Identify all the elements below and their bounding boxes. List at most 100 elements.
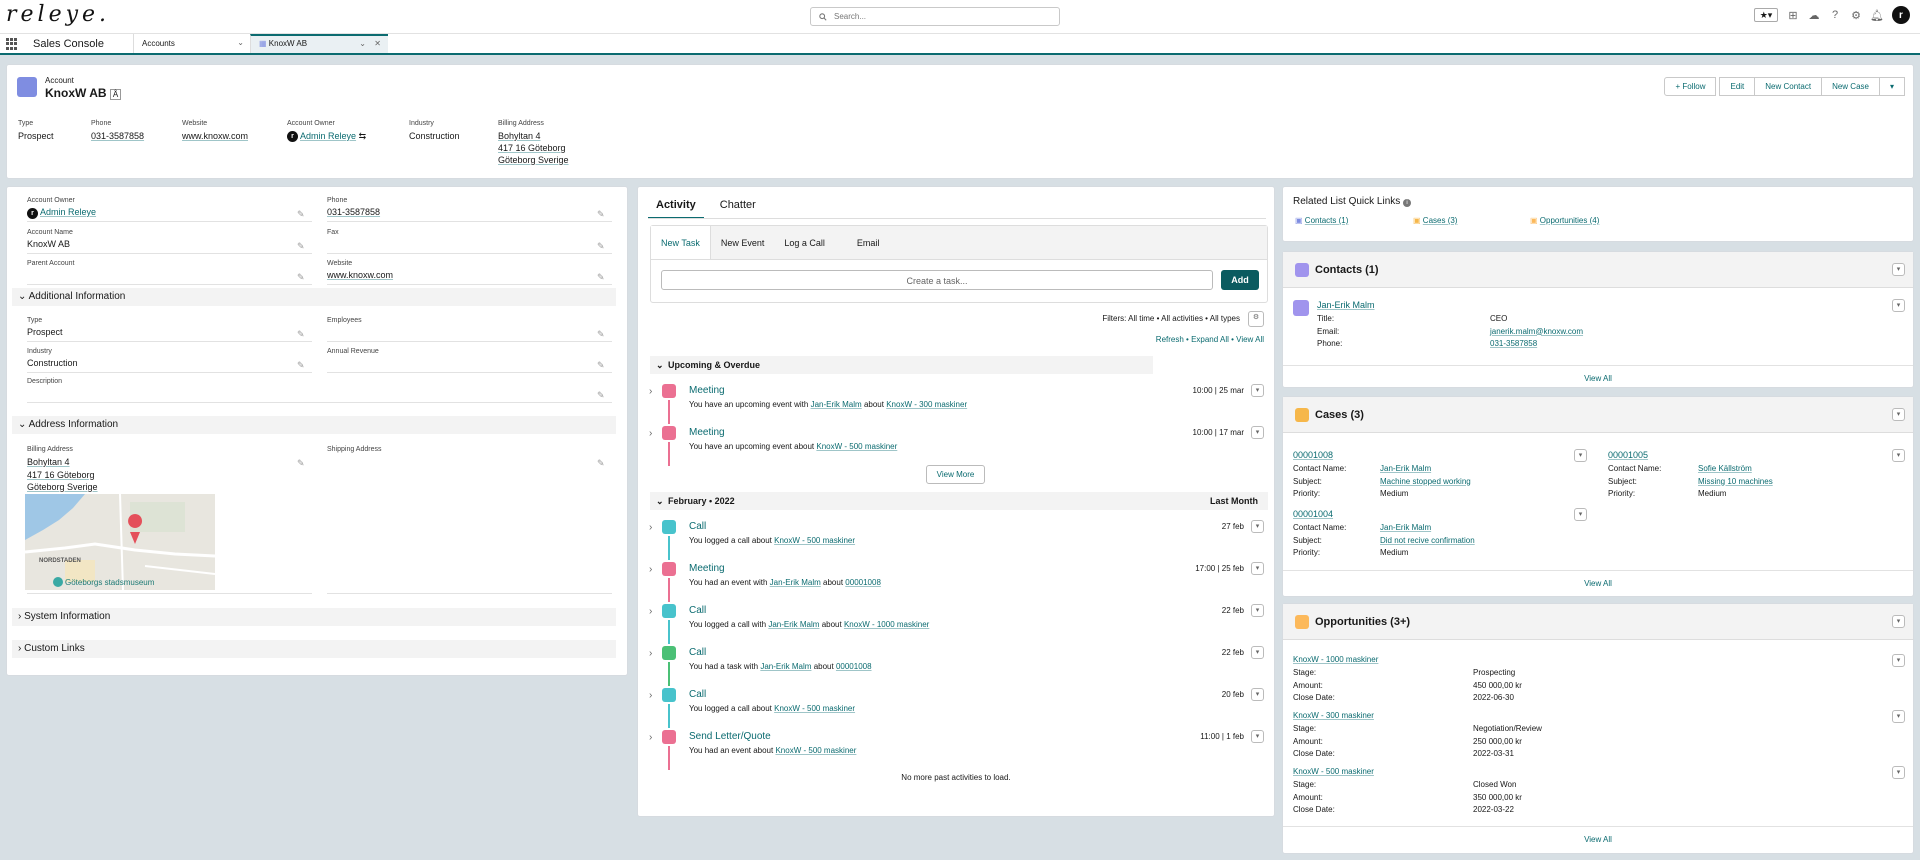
tab-email[interactable]: Email [835,226,890,259]
chevron-right-icon[interactable]: › [649,522,652,533]
case-number-link[interactable]: 00001004 [1293,509,1333,519]
item-menu-chevron-icon[interactable]: ▾ [1251,562,1264,575]
setup-gear-icon[interactable]: ⚙ [1850,9,1862,22]
help-icon[interactable]: ? [1829,9,1841,21]
change-owner-icon[interactable]: ⇆ [359,131,367,141]
follow-button[interactable]: + Follow [1664,77,1717,96]
quick-link-opportunities[interactable]: ▣ Opportunities (4) [1530,216,1599,225]
february-2022-header[interactable]: ⌄ February • 2022 Last Month [650,492,1268,510]
pencil-icon[interactable]: ✎ [297,458,305,469]
quick-link-cases[interactable]: ▣ Cases (3) [1413,216,1457,225]
item-menu-chevron-icon[interactable]: ▾ [1251,426,1264,439]
pencil-icon[interactable]: ✎ [597,272,605,283]
contacts-view-all[interactable]: View All [1283,365,1913,389]
new-case-button[interactable]: New Case [1821,77,1880,96]
notifications-bell-icon[interactable]: 🔔︎ [1870,9,1884,22]
contact-name-link[interactable]: Jan-Erik Malm [1317,300,1375,310]
section-system-information[interactable]: › System Information [12,608,616,626]
pencil-icon[interactable]: ✎ [297,329,305,340]
chevron-right-icon[interactable]: › [649,564,652,575]
list-menu-chevron-icon[interactable]: ▾ [1892,408,1905,421]
view-all-link[interactable]: View All [1236,335,1264,344]
tab-log-a-call[interactable]: Log a Call [774,226,835,259]
tab-knoxw-ab[interactable]: ▦ KnoxW AB ⌄ ✕ [250,34,388,53]
close-icon[interactable]: ✕ [374,39,381,48]
opportunity-link[interactable]: KnoxW - 500 maskiner [1293,767,1374,776]
tab-chatter[interactable]: Chatter [712,187,764,219]
pencil-icon[interactable]: ✎ [297,241,305,252]
new-contact-button[interactable]: New Contact [1754,77,1823,96]
create-task-input[interactable]: Create a task... [661,270,1213,290]
activity-item[interactable]: › Call You logged a call with Jan-Erik M… [647,602,1272,644]
case-number-link[interactable]: 00001008 [1293,450,1333,460]
pencil-icon[interactable]: ✎ [597,360,605,371]
item-menu-chevron-icon[interactable]: ▾ [1251,688,1264,701]
chevron-down-icon[interactable]: ⌄ [359,39,366,48]
edit-button[interactable]: Edit [1719,77,1756,96]
chevron-right-icon[interactable]: › [649,732,652,743]
activity-item[interactable]: › Meeting You have an upcoming event abo… [647,424,1272,466]
pencil-icon[interactable]: ✎ [597,390,605,401]
item-menu-chevron-icon[interactable]: ▾ [1251,520,1264,533]
refresh-link[interactable]: Refresh [1156,335,1184,344]
activity-item[interactable]: › Call You had a task with Jan-Erik Malm… [647,644,1272,686]
activity-item[interactable]: › Send Letter/Quote You had an event abo… [647,728,1272,770]
tab-accounts[interactable]: Accounts ⌄ [133,34,250,53]
row-menu-chevron-icon[interactable]: ▾ [1574,508,1587,521]
chevron-right-icon[interactable]: › [649,648,652,659]
chevron-right-icon[interactable]: › [649,606,652,617]
pencil-icon[interactable]: ✎ [597,209,605,220]
opportunities-view-all[interactable]: View All [1283,826,1913,854]
activity-item[interactable]: › Meeting You had an event with Jan-Erik… [647,560,1272,602]
opportunity-link[interactable]: KnoxW - 1000 maskiner [1293,655,1378,664]
cases-view-all[interactable]: View All [1283,570,1913,598]
chevron-right-icon[interactable]: › [649,428,652,439]
row-menu-chevron-icon[interactable]: ▾ [1892,299,1905,312]
activity-item[interactable]: › Call You logged a call about KnoxW - 5… [647,686,1272,728]
pencil-icon[interactable]: ✎ [597,458,605,469]
trailhead-icon[interactable]: ☁ [1808,9,1820,22]
item-menu-chevron-icon[interactable]: ▾ [1251,730,1264,743]
list-menu-chevron-icon[interactable]: ▾ [1892,263,1905,276]
global-actions-plus-icon[interactable]: ⊞ [1787,9,1799,22]
item-menu-chevron-icon[interactable]: ▾ [1251,604,1264,617]
tab-activity[interactable]: Activity [648,187,704,219]
expand-all-link[interactable]: Expand All [1191,335,1229,344]
releye-logo[interactable]: releye. [6,2,110,27]
row-menu-chevron-icon[interactable]: ▾ [1892,449,1905,462]
row-menu-chevron-icon[interactable]: ▾ [1892,654,1905,667]
activity-item[interactable]: › Call You logged a call about KnoxW - 5… [647,518,1272,560]
tab-new-event[interactable]: New Event [711,226,775,259]
favorites-star-icon[interactable]: ★▾ [1754,8,1778,22]
opportunity-link[interactable]: KnoxW - 300 maskiner [1293,711,1374,720]
filter-gear-icon[interactable]: ⚙ [1248,311,1264,327]
chevron-right-icon[interactable]: › [649,690,652,701]
activity-item[interactable]: › Meeting You have an upcoming event wit… [647,382,1272,424]
pencil-icon[interactable]: ✎ [597,241,605,252]
row-menu-chevron-icon[interactable]: ▾ [1892,766,1905,779]
case-number-link[interactable]: 00001005 [1608,450,1648,460]
item-menu-chevron-icon[interactable]: ▾ [1251,384,1264,397]
chevron-down-icon[interactable]: ⌄ [237,38,244,47]
add-task-button[interactable]: Add [1221,270,1259,290]
row-menu-chevron-icon[interactable]: ▾ [1574,449,1587,462]
chevron-right-icon[interactable]: › [649,386,652,397]
app-launcher-icon[interactable] [6,38,18,50]
view-more-button[interactable]: View More [926,465,985,484]
list-menu-chevron-icon[interactable]: ▾ [1892,615,1905,628]
section-custom-links[interactable]: › Custom Links [12,640,616,658]
quick-link-contacts[interactable]: ▣ Contacts (1) [1295,216,1348,225]
row-menu-chevron-icon[interactable]: ▾ [1892,710,1905,723]
section-additional-information[interactable]: ⌄ Additional Information [12,288,616,306]
user-avatar[interactable]: r [1892,6,1910,24]
item-menu-chevron-icon[interactable]: ▾ [1251,646,1264,659]
pencil-icon[interactable]: ✎ [597,329,605,340]
pencil-icon[interactable]: ✎ [297,360,305,371]
billing-address-map[interactable]: NORDSTADEN Göteborgs stadsmuseum [25,494,215,590]
more-actions-chevron-icon[interactable]: ▾ [1878,77,1905,96]
global-search-input[interactable]: Search... [810,7,1060,26]
pencil-icon[interactable]: ✎ [297,272,305,283]
pencil-icon[interactable]: ✎ [297,209,305,220]
upcoming-overdue-header[interactable]: ⌄ Upcoming & Overdue [650,356,1153,374]
section-address-information[interactable]: ⌄ Address Information [12,416,616,434]
